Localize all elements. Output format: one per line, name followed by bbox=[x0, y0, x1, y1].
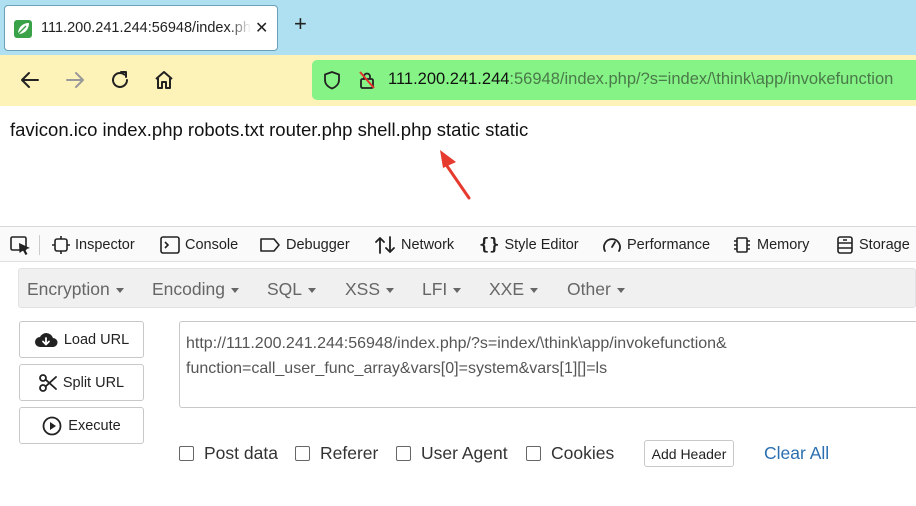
toolbar-divider bbox=[39, 235, 40, 255]
url-text: 111.200.241.244:56948/index.php/?s=index… bbox=[388, 70, 893, 89]
tab-debugger[interactable]: Debugger bbox=[259, 235, 350, 255]
load-url-button[interactable]: Load URL bbox=[19, 321, 144, 358]
caret-down-icon bbox=[530, 287, 539, 293]
performance-icon bbox=[603, 238, 621, 252]
add-header-button[interactable]: Add Header bbox=[644, 440, 734, 467]
browser-tab[interactable]: 111.200.241.244:56948/index.php ✕ bbox=[4, 5, 278, 51]
hackbar-menu: Encryption Encoding SQL XSS LFI XXE Othe… bbox=[18, 268, 916, 308]
red-annotation-arrow bbox=[440, 150, 471, 200]
caret-down-icon bbox=[453, 287, 462, 293]
cookies-checkbox[interactable]: Cookies bbox=[526, 443, 614, 464]
devtools-toolbar: Inspector Console Debugger Network {} St… bbox=[0, 226, 916, 262]
clear-all-link[interactable]: Clear All bbox=[764, 443, 829, 464]
tab-title: 111.200.241.244:56948/index.php bbox=[41, 20, 251, 40]
tab-inspector[interactable]: Inspector bbox=[52, 235, 135, 255]
caret-down-icon bbox=[115, 287, 124, 293]
tab-storage[interactable]: Storage bbox=[836, 235, 910, 255]
url-host: 111.200.241.244 bbox=[388, 70, 510, 88]
back-arrow-icon[interactable] bbox=[17, 67, 43, 93]
tab-style-editor[interactable]: {} Style Editor bbox=[479, 235, 579, 255]
post-data-checkbox[interactable]: Post data bbox=[179, 443, 278, 464]
style-editor-icon: {} bbox=[479, 235, 500, 255]
tab-console[interactable]: Console bbox=[160, 235, 238, 255]
forward-arrow-icon[interactable] bbox=[62, 67, 88, 93]
caret-down-icon bbox=[230, 287, 239, 293]
caret-down-icon bbox=[308, 287, 317, 293]
caret-down-icon bbox=[386, 287, 395, 293]
debugger-icon bbox=[260, 238, 280, 252]
leaf-favicon-icon bbox=[14, 20, 32, 38]
tab-network[interactable]: Network bbox=[374, 235, 454, 255]
shield-icon[interactable] bbox=[322, 70, 342, 90]
button-label: Execute bbox=[68, 417, 121, 434]
insecure-lock-icon[interactable] bbox=[357, 70, 377, 90]
menu-xxe[interactable]: XXE bbox=[489, 279, 539, 300]
menu-label: SQL bbox=[267, 279, 303, 299]
checkbox-label: User Agent bbox=[421, 443, 508, 463]
split-url-button[interactable]: Split URL bbox=[19, 364, 144, 401]
tab-memory[interactable]: Memory bbox=[732, 235, 809, 255]
tab-strip: 111.200.241.244:56948/index.php ✕ + bbox=[0, 0, 916, 55]
menu-encryption[interactable]: Encryption bbox=[27, 279, 124, 300]
navigation-toolbar: 111.200.241.244:56948/index.php/?s=index… bbox=[0, 55, 916, 106]
menu-label: Other bbox=[567, 279, 611, 299]
tab-label: Memory bbox=[757, 237, 810, 253]
menu-label: XSS bbox=[345, 279, 381, 299]
checkbox-box[interactable] bbox=[179, 446, 194, 461]
tab-label: Storage bbox=[859, 237, 910, 253]
reload-icon[interactable] bbox=[107, 67, 133, 93]
menu-label: Encoding bbox=[152, 279, 225, 299]
home-icon[interactable] bbox=[151, 67, 177, 93]
user-agent-checkbox[interactable]: User Agent bbox=[396, 443, 508, 464]
button-label: Load URL bbox=[63, 331, 130, 348]
new-tab-button[interactable]: + bbox=[294, 13, 307, 35]
referer-checkbox[interactable]: Referer bbox=[295, 443, 378, 464]
tab-performance[interactable]: Performance bbox=[602, 235, 710, 255]
play-circle-icon bbox=[42, 416, 62, 435]
menu-encoding[interactable]: Encoding bbox=[152, 279, 239, 300]
menu-label: Encryption bbox=[27, 279, 110, 299]
checkbox-label: Post data bbox=[204, 443, 278, 463]
checkbox-label: Referer bbox=[320, 443, 379, 463]
tab-label: Debugger bbox=[286, 237, 350, 253]
menu-label: LFI bbox=[422, 279, 448, 299]
menu-xss[interactable]: XSS bbox=[345, 279, 395, 300]
hackbar-url-textarea[interactable]: http://111.200.241.244:56948/index.php/?… bbox=[179, 321, 916, 408]
caret-down-icon bbox=[616, 287, 625, 293]
tab-label: Network bbox=[401, 237, 455, 253]
button-label: Split URL bbox=[62, 374, 125, 391]
storage-icon bbox=[837, 236, 853, 254]
execute-button[interactable]: Execute bbox=[19, 407, 144, 444]
url-line: function=call_user_func_array&vars[0]=sy… bbox=[186, 360, 608, 377]
memory-icon bbox=[734, 237, 750, 253]
scissors-icon bbox=[38, 373, 57, 392]
menu-other[interactable]: Other bbox=[567, 279, 625, 300]
tab-label: Style Editor bbox=[504, 237, 579, 253]
element-picker-icon[interactable] bbox=[10, 236, 32, 256]
tab-label: Inspector bbox=[75, 237, 135, 253]
console-icon bbox=[160, 236, 180, 254]
checkbox-label: Cookies bbox=[551, 443, 615, 463]
checkbox-box[interactable] bbox=[526, 446, 541, 461]
url-path: :56948/index.php/?s=index/\think\app/inv… bbox=[509, 70, 894, 88]
menu-label: XXE bbox=[489, 279, 525, 299]
directory-listing: favicon.ico index.php robots.txt router.… bbox=[10, 119, 529, 140]
menu-lfi[interactable]: LFI bbox=[422, 279, 462, 300]
inspector-icon bbox=[52, 236, 70, 254]
checkbox-box[interactable] bbox=[396, 446, 411, 461]
url-line: http://111.200.241.244:56948/index.php/?… bbox=[186, 335, 727, 352]
tab-label: Performance bbox=[627, 237, 711, 253]
checkbox-box[interactable] bbox=[295, 446, 310, 461]
tab-close-icon[interactable]: ✕ bbox=[255, 18, 268, 38]
cloud-download-icon bbox=[34, 332, 58, 347]
menu-sql[interactable]: SQL bbox=[267, 279, 317, 300]
tab-label: Console bbox=[185, 237, 239, 253]
address-bar[interactable]: 111.200.241.244:56948/index.php/?s=index… bbox=[312, 60, 916, 100]
network-icon bbox=[375, 236, 395, 254]
